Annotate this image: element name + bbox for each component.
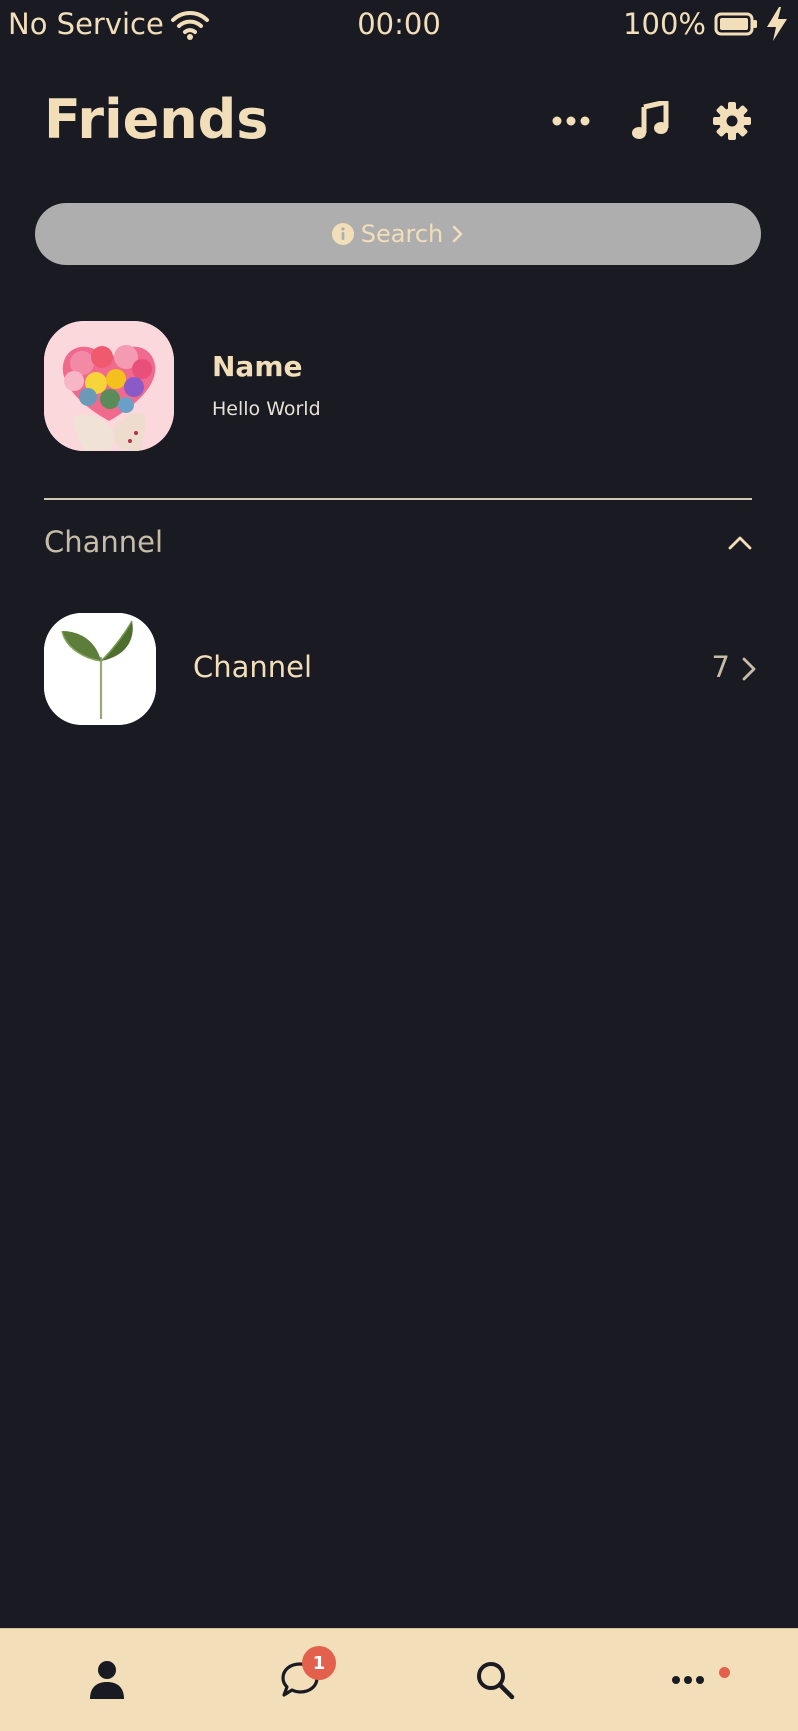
chevron-up-icon[interactable] — [725, 528, 755, 558]
tab-search[interactable] — [435, 1629, 555, 1731]
more-options-button[interactable] — [546, 96, 596, 146]
page-title: Friends — [44, 88, 269, 151]
more-icon — [552, 116, 590, 126]
profile-name: Name — [212, 350, 303, 383]
leaf-sprout-image — [44, 613, 156, 725]
tab-profile[interactable] — [47, 1629, 167, 1731]
chat-unread-badge: 1 — [302, 1646, 336, 1680]
search-bar[interactable]: Search — [35, 203, 761, 265]
channel-row[interactable]: Channel 7 — [40, 606, 758, 730]
charging-icon — [767, 7, 787, 41]
music-icon — [632, 101, 669, 139]
flower-heart-image — [44, 321, 174, 451]
profile-status: Hello World — [212, 398, 321, 420]
channel-count: 7 — [711, 650, 730, 684]
section-title: Channel — [44, 525, 164, 559]
notification-dot — [719, 1667, 730, 1678]
status-bar: No Service 00:00 100% — [0, 0, 798, 52]
channel-avatar — [44, 613, 156, 725]
more-icon — [672, 1676, 704, 1684]
tab-bar — [0, 1628, 798, 1731]
gear-icon — [713, 102, 751, 140]
tab-more[interactable] — [628, 1629, 748, 1731]
chevron-right-icon — [742, 657, 756, 681]
tab-chats[interactable] — [240, 1629, 360, 1731]
info-icon — [331, 223, 354, 245]
profile-avatar[interactable] — [44, 321, 174, 451]
person-icon — [90, 1661, 124, 1699]
search-label: Search — [360, 220, 444, 248]
music-button[interactable] — [625, 96, 675, 146]
search-icon — [477, 1662, 515, 1700]
divider — [44, 498, 752, 500]
battery-percent: 100% — [623, 7, 706, 41]
channel-name: Channel — [193, 650, 313, 684]
settings-button[interactable] — [707, 96, 757, 146]
battery-icon — [714, 12, 757, 36]
chevron-right-icon — [452, 225, 463, 243]
